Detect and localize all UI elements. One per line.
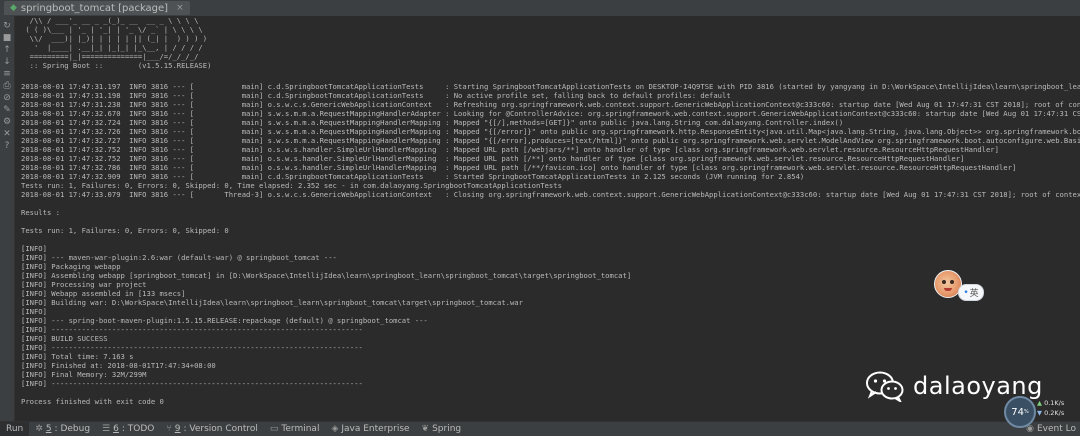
- speed-gauge[interactable]: 74%: [1004, 396, 1036, 428]
- console-output[interactable]: /\\ / ___'_ __ _ _(_)_ __ __ _ \ \ \ \ (…: [15, 16, 1080, 421]
- console-line: [INFO] Processing war project: [21, 280, 147, 289]
- wechat-icon: [866, 371, 904, 402]
- console-line: [INFO] ---------------------------------…: [21, 343, 363, 352]
- debug-shortcut-number: 5: [45, 424, 52, 434]
- javaee-icon: ◈: [331, 424, 339, 434]
- console-line: [INFO] Building war: D:\WorkSpace\Intell…: [21, 298, 523, 307]
- console-line: 2018-08-01 17:47:32.752 INFO 3816 --- [ …: [21, 145, 999, 154]
- console-line: [INFO]: [21, 244, 47, 253]
- ime-label: 英: [969, 289, 979, 299]
- console-line: [INFO] --- spring-boot-maven-plugin:1.5.…: [21, 316, 428, 325]
- speed-value: 74: [1011, 406, 1024, 418]
- event-log-button[interactable]: ◉ Event Lo: [1026, 424, 1080, 434]
- console-line: [INFO]: [21, 307, 47, 316]
- rerun-icon[interactable]: ↻: [1, 20, 13, 32]
- event-log-label: Event Lo: [1036, 424, 1076, 434]
- tool-window-spring[interactable]: ❦ Spring: [416, 422, 468, 436]
- tool-window-vcs[interactable]: ⑂ 9: Version Control: [160, 422, 264, 436]
- console-line: [INFO] Total time: 7.163 s: [21, 352, 134, 361]
- console-line: Tests run: 1, Failures: 0, Errors: 0, Sk…: [21, 226, 229, 235]
- console-line: 2018-08-01 17:47:33.079 INFO 3816 --- [ …: [21, 190, 1080, 199]
- pin-icon[interactable]: ✎: [1, 104, 13, 116]
- console-line: 2018-08-01 17:47:32.727 INFO 3816 --- [ …: [21, 136, 1080, 145]
- tool-window-run[interactable]: Run: [0, 422, 30, 436]
- console-line: 2018-08-01 17:47:31.238 INFO 3816 --- [ …: [21, 100, 1080, 109]
- console-line: 2018-08-01 17:47:31.197 INFO 3816 --- [ …: [21, 82, 1080, 91]
- avatar-mouth: [944, 288, 952, 291]
- todo-shortcut-number: 6: [113, 424, 119, 434]
- run-toolbar: ↻ ■ ↑ ↓ ≡ ⎙ ⊘ ✎ ⚙ ✕?: [0, 16, 15, 421]
- debug-label: : Debug: [54, 424, 91, 434]
- stop-icon[interactable]: ■: [1, 32, 13, 44]
- tool-window-todo[interactable]: ☰ 6: TODO: [96, 422, 160, 436]
- ime-indicator[interactable]: • 英: [958, 284, 984, 301]
- tool-window-javaee[interactable]: ◈ Java Enterprise: [325, 422, 415, 436]
- run-tab[interactable]: ◆ springboot_tomcat [package] ×: [4, 1, 190, 15]
- banner-line: \\/ ___)| |_)| | | | | || (_| | ) ) ) ): [21, 34, 208, 43]
- scroll-down-icon[interactable]: ↓: [1, 56, 13, 68]
- close-icon[interactable]: ✕: [1, 128, 13, 140]
- scroll-up-icon[interactable]: ↑: [1, 44, 13, 56]
- console-line: 2018-08-01 17:47:32.752 INFO 3816 --- [ …: [21, 154, 965, 163]
- upload-arrow-icon: ▲: [1037, 399, 1042, 407]
- spring-label: Spring: [432, 424, 462, 434]
- console-line: Process finished with exit code 0: [21, 397, 164, 406]
- banner-line: =========|_|==============|___/=/_/_/_/: [21, 52, 199, 61]
- console-line: Results :: [21, 208, 60, 217]
- console-line: 2018-08-01 17:47:32.909 INFO 3816 --- [ …: [21, 172, 805, 181]
- print-icon[interactable]: ⎙: [1, 80, 13, 92]
- spring-icon: ❦: [421, 424, 430, 434]
- vcs-shortcut-number: 9: [174, 424, 181, 434]
- tool-window-terminal[interactable]: ▭ Terminal: [264, 422, 326, 436]
- console-line: [INFO] ---------------------------------…: [21, 379, 363, 388]
- banner-line: /\\ / ___'_ __ _ _(_)_ __ __ _ \ \ \ \: [21, 16, 199, 25]
- console-line: [INFO] --- maven-war-plugin:2.6:war (def…: [21, 253, 337, 262]
- download-speed: 0.2K/s: [1044, 409, 1065, 417]
- terminal-icon: ▭: [269, 424, 279, 434]
- banner-line: :: Spring Boot :: (v1.5.15.RELEASE): [21, 61, 212, 70]
- console-line: [INFO] BUILD SUCCESS: [21, 334, 108, 343]
- banner-line: ( ( )\___ | '_ | '_| | '_ \/ _` | \ \ \ …: [21, 25, 203, 34]
- debug-icon: ✲: [35, 424, 43, 434]
- console-line: 2018-08-01 17:47:32.786 INFO 3816 --- [ …: [21, 163, 1017, 172]
- vcs-label: : Version Control: [183, 424, 258, 434]
- settings-icon[interactable]: ⚙: [1, 116, 13, 128]
- console-line: 2018-08-01 17:47:31.198 INFO 3816 --- [ …: [21, 91, 731, 100]
- upload-speed: 0.1K/s: [1044, 399, 1065, 407]
- todo-label: : TODO: [121, 424, 155, 434]
- console-line: [INFO] ---------------------------------…: [21, 325, 363, 334]
- todo-icon: ☰: [102, 424, 111, 434]
- run-label: Run: [6, 424, 24, 434]
- clear-all-icon[interactable]: ⊘: [1, 92, 13, 104]
- console-line: [INFO] Final Memory: 32M/299M: [21, 370, 147, 379]
- javaee-label: Java Enterprise: [341, 424, 410, 434]
- console-line: 2018-08-01 17:47:32.726 INFO 3816 --- [ …: [21, 127, 1080, 136]
- close-tab-icon[interactable]: ×: [176, 3, 184, 13]
- console-line: 2018-08-01 17:47:32.724 INFO 3816 --- [ …: [21, 118, 844, 127]
- help-icon[interactable]: ?: [1, 140, 13, 152]
- console-line: 2018-08-01 17:47:32.670 INFO 3816 --- [ …: [21, 109, 1080, 118]
- download-arrow-icon: ▼: [1037, 409, 1042, 417]
- terminal-label: Terminal: [281, 424, 320, 434]
- ime-dot-icon: •: [963, 287, 969, 298]
- network-speed: ▲ 0.1K/s ▼ 0.2K/s: [1037, 398, 1064, 418]
- console-line: [INFO] Assembling webapp [springboot_tom…: [21, 271, 632, 280]
- speed-unit: %: [1023, 409, 1029, 415]
- banner-line: ' |____| .__|_| |_|_| |_\__, | / / / /: [21, 43, 203, 52]
- run-tab-title: springboot_tomcat [package]: [20, 2, 169, 14]
- maven-run-icon: ◆: [10, 3, 17, 13]
- console-line: [INFO] Finished at: 2018-08-01T17:47:34+…: [21, 361, 216, 370]
- vcs-icon: ⑂: [166, 424, 172, 434]
- run-tab-bar: ◆ springboot_tomcat [package] ×: [0, 0, 1080, 17]
- avatar-eye: [942, 280, 946, 284]
- avatar-eye: [950, 280, 954, 284]
- tool-window-debug[interactable]: ✲ 5: Debug: [29, 422, 96, 436]
- console-line: Tests run: 1, Failures: 0, Errors: 0, Sk…: [21, 181, 562, 190]
- console-line: [INFO] Packaging webapp: [21, 262, 121, 271]
- tool-window-bar: Run ✲ 5: Debug ☰ 6: TODO ⑂ 9: Version Control ▭…: [0, 421, 1080, 436]
- soft-wrap-icon[interactable]: ≡: [1, 68, 13, 80]
- console-line: [INFO] Webapp assembled in [133 msecs]: [21, 289, 186, 298]
